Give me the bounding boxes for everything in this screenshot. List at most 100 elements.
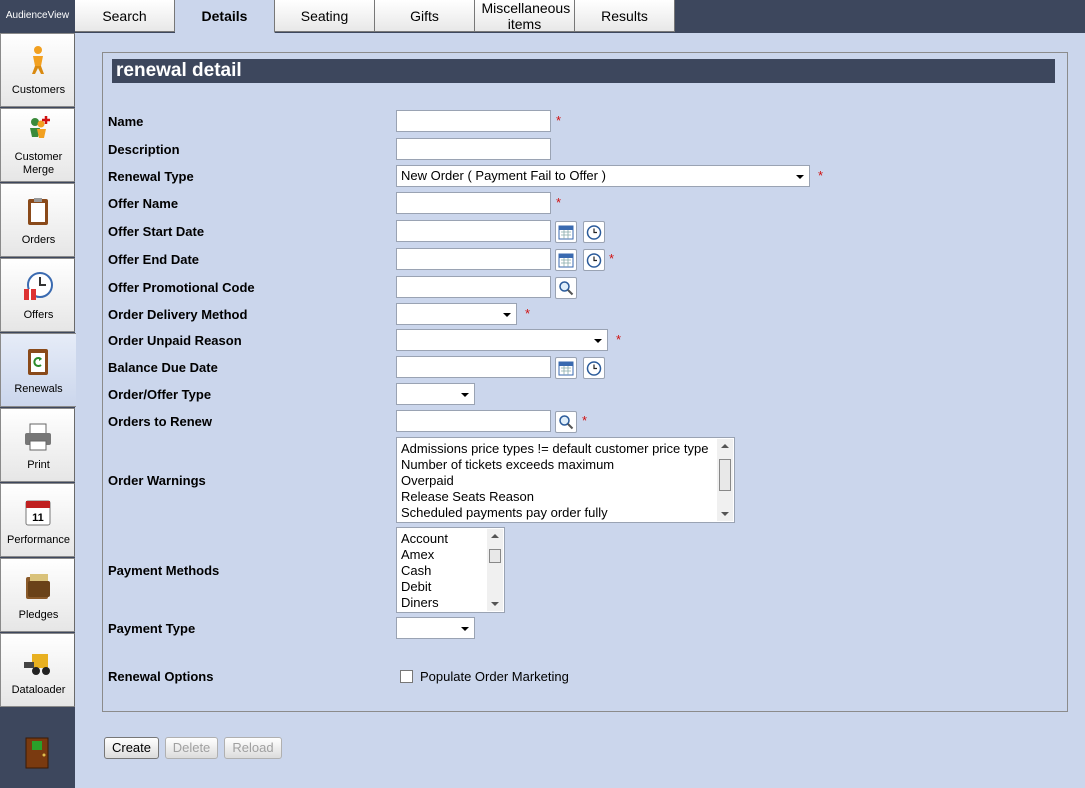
scroll-up-icon[interactable]	[491, 534, 499, 538]
exit-door-icon[interactable]	[22, 737, 52, 769]
chevron-down-icon	[503, 313, 511, 317]
clock-button[interactable]	[583, 249, 605, 271]
list-item[interactable]: Scheduled payments pay order fully	[397, 505, 734, 521]
renewals-icon	[28, 349, 48, 375]
sidebar-item-label: Customer Merge	[14, 151, 63, 176]
sidebar: AudienceView Customers Customer Merge Or…	[0, 0, 76, 788]
search-button[interactable]	[555, 277, 577, 299]
renewal-options-label: Renewal Options	[108, 669, 214, 684]
required-marker: *	[616, 332, 622, 347]
order-unpaid-reason-select[interactable]	[396, 329, 608, 351]
sidebar-item-label: Dataloader	[11, 684, 66, 696]
tab-bar: Search Details Seating Gifts Miscellaneo…	[75, 0, 1085, 33]
order-warnings-label: Order Warnings	[108, 473, 206, 488]
customer-merge-icon	[30, 116, 50, 138]
required-marker: *	[556, 113, 562, 128]
populate-order-marketing-label: Populate Order Marketing	[420, 669, 569, 684]
calendar-button[interactable]	[555, 249, 577, 271]
offer-start-date-input[interactable]	[396, 220, 551, 242]
clock-icon	[586, 361, 602, 376]
orders-to-renew-input[interactable]	[396, 410, 551, 432]
sidebar-item-label: Customers	[11, 84, 66, 96]
order-delivery-method-select[interactable]	[396, 303, 517, 325]
orders-to-renew-label: Orders to Renew	[108, 414, 213, 429]
delete-button[interactable]: Delete	[165, 737, 218, 759]
list-item[interactable]: Overpaid	[397, 473, 734, 489]
clock-button[interactable]	[583, 357, 605, 379]
clock-button[interactable]	[583, 221, 605, 243]
populate-order-marketing-checkbox[interactable]	[400, 670, 413, 683]
offer-end-date-input[interactable]	[396, 248, 551, 270]
list-item[interactable]: Number of tickets exceeds maximum	[397, 457, 734, 473]
sidebar-item-pledges[interactable]: Pledges	[0, 558, 75, 632]
scrollbar-thumb[interactable]	[489, 549, 501, 563]
order-offer-type-select[interactable]	[396, 383, 475, 405]
sidebar-item-orders[interactable]: Orders	[0, 183, 75, 257]
search-button[interactable]	[555, 411, 577, 433]
tab-gifts[interactable]: Gifts	[375, 0, 475, 32]
tab-details[interactable]: Details	[175, 0, 275, 33]
payment-methods-listbox[interactable]: Account Amex Cash Debit Diners	[396, 527, 505, 613]
payment-type-select[interactable]	[396, 617, 475, 639]
order-delivery-method-label: Order Delivery Method	[108, 307, 248, 322]
clock-icon	[586, 225, 602, 240]
search-icon	[559, 281, 574, 296]
scrollbar-thumb[interactable]	[719, 459, 731, 491]
sidebar-item-label: Renewals	[14, 383, 63, 395]
scroll-down-icon[interactable]	[721, 512, 729, 516]
list-item[interactable]: Release Seats Reason	[397, 489, 734, 505]
section-title: renewal detail	[108, 59, 1055, 83]
calendar-icon	[558, 253, 574, 268]
sidebar-item-customers[interactable]: Customers	[0, 33, 75, 107]
renewal-type-label: Renewal Type	[108, 169, 194, 184]
offer-promotional-code-label: Offer Promotional Code	[108, 280, 255, 295]
loader-icon	[24, 654, 50, 675]
app-title: AudienceView	[5, 10, 70, 21]
order-offer-type-label: Order/Offer Type	[108, 387, 212, 402]
offer-promotional-code-input[interactable]	[396, 276, 551, 298]
order-warnings-listbox[interactable]: Admissions price types != default custom…	[396, 437, 735, 523]
scrollbar[interactable]	[487, 529, 503, 611]
sidebar-item-renewals[interactable]: Renewals	[0, 333, 76, 407]
scroll-down-icon[interactable]	[491, 602, 499, 606]
clock-icon	[586, 253, 602, 268]
required-marker: *	[818, 168, 824, 183]
tab-search[interactable]: Search	[75, 0, 175, 32]
description-input[interactable]	[396, 138, 551, 160]
list-item[interactable]: Admissions price types != default custom…	[397, 441, 734, 457]
chevron-down-icon	[461, 393, 469, 397]
order-unpaid-reason-label: Order Unpaid Reason	[108, 333, 242, 348]
tab-seating[interactable]: Seating	[275, 0, 375, 32]
sidebar-item-label: Orders	[21, 234, 56, 246]
sidebar-item-print[interactable]: Print	[0, 408, 75, 482]
renewal-type-select[interactable]: New Order ( Payment Fail to Offer )	[396, 165, 810, 187]
customer-icon	[32, 46, 44, 74]
create-button[interactable]: Create	[104, 737, 159, 759]
offer-name-input[interactable]	[396, 192, 551, 214]
scroll-up-icon[interactable]	[721, 444, 729, 448]
sidebar-item-label: Pledges	[18, 609, 59, 621]
calendar-icon	[558, 225, 574, 240]
name-input[interactable]	[396, 110, 551, 132]
calendar-button[interactable]	[555, 221, 577, 243]
detail-panel: renewal detail	[102, 52, 1068, 712]
required-marker: *	[556, 195, 562, 210]
payment-type-label: Payment Type	[108, 621, 196, 636]
name-label: Name	[108, 114, 144, 129]
sidebar-item-performance[interactable]: 11 Performance	[0, 483, 75, 557]
sidebar-item-dataloader[interactable]: Dataloader	[0, 633, 75, 707]
required-marker: *	[609, 251, 615, 266]
sidebar-item-offers[interactable]: Offers	[0, 258, 75, 332]
sidebar-item-customer-merge[interactable]: Customer Merge	[0, 108, 75, 182]
tab-miscellaneous-items[interactable]: Miscellaneous items	[475, 0, 575, 32]
calendar-button[interactable]	[555, 357, 577, 379]
tab-results[interactable]: Results	[575, 0, 675, 32]
orders-icon	[28, 198, 48, 225]
balance-due-date-input[interactable]	[396, 356, 551, 378]
reload-button[interactable]: Reload	[224, 737, 282, 759]
sidebar-item-label: Offers	[23, 309, 54, 321]
offer-start-date-label: Offer Start Date	[108, 224, 205, 239]
required-marker: *	[582, 413, 588, 428]
tab-label: Miscellaneous items	[481, 0, 571, 32]
scrollbar[interactable]	[717, 439, 733, 521]
